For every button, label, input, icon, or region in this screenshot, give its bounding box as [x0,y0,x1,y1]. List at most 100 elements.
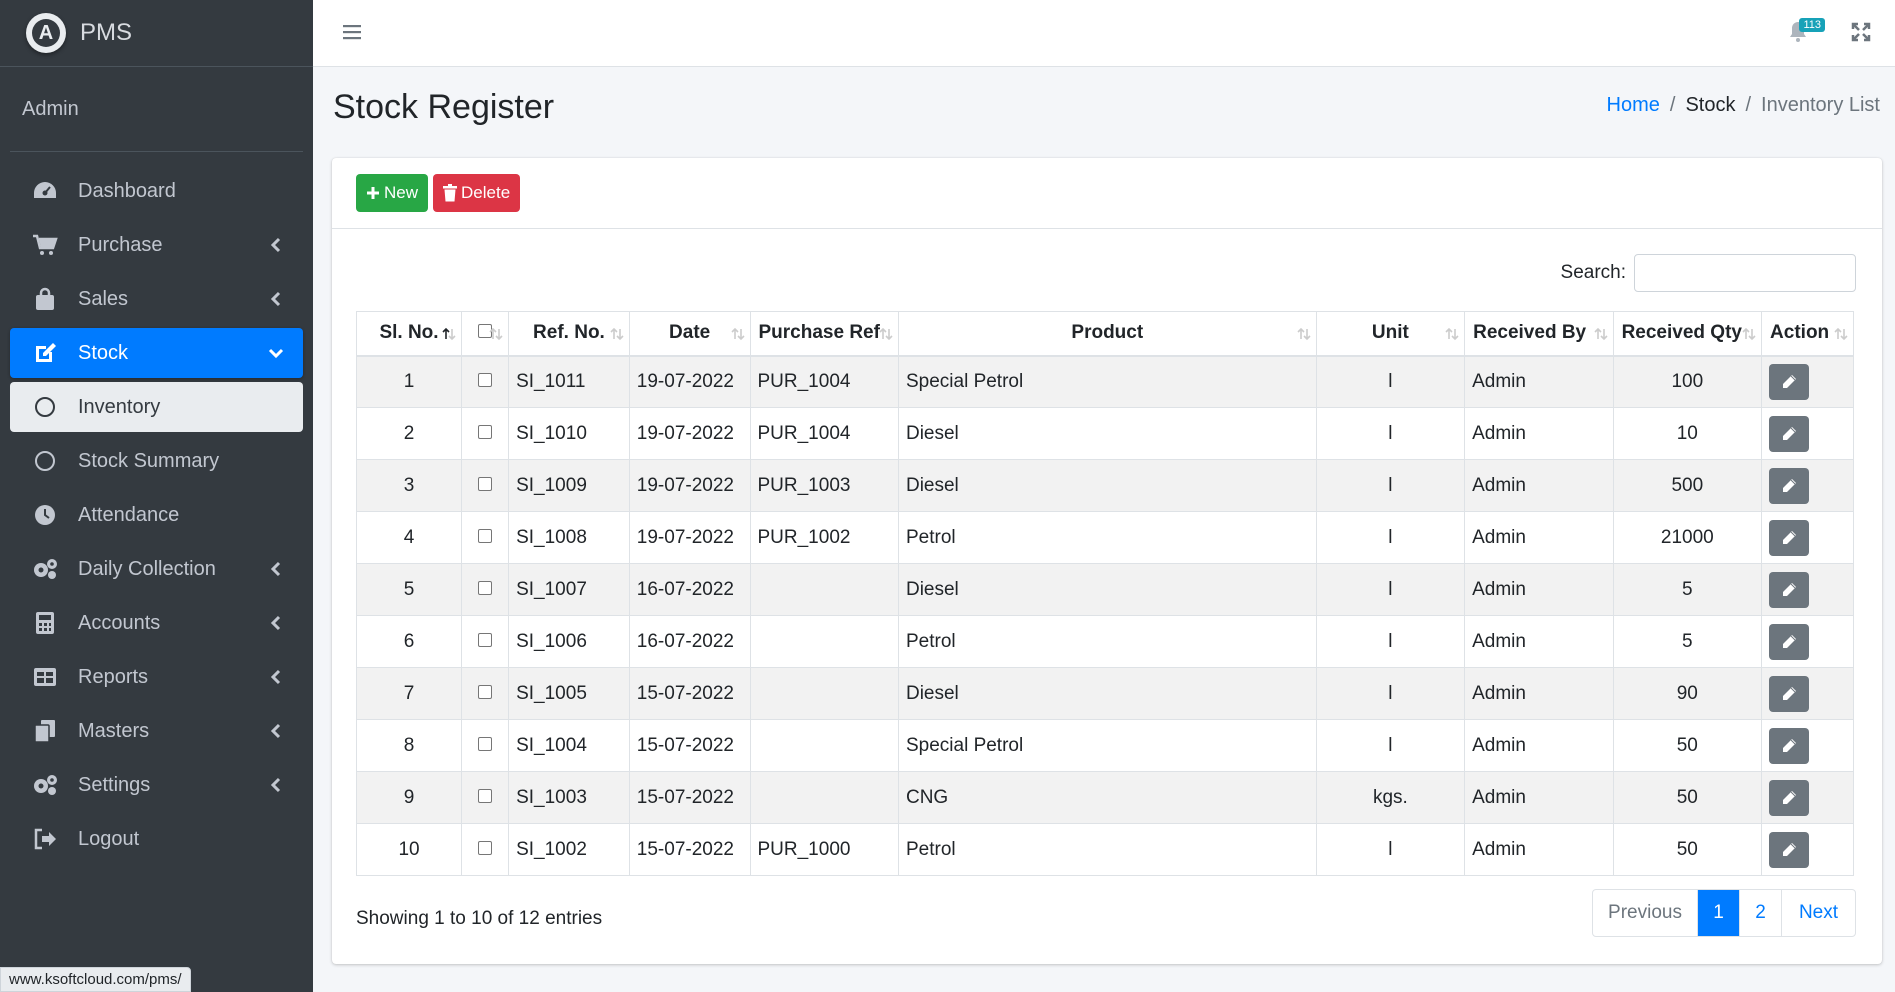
chevron-left-icon [270,237,281,253]
cell-received-qty: 5 [1612,615,1763,668]
sidebar-item-label: Daily Collection [78,557,216,580]
column-header-received-qty[interactable]: Received Qty [1612,311,1763,357]
sidebar-item-stock[interactable]: Stock [10,328,303,378]
edit-button[interactable] [1769,519,1810,556]
cell-received-qty: 10 [1612,407,1763,460]
sidebar-item-masters[interactable]: Masters [10,706,303,756]
edit-button[interactable] [1769,467,1810,504]
cell-date: 16-07-2022 [628,615,751,668]
table-row: 7 SI_1005 15-07-2022 Diesel l Admin 90 [355,667,1854,720]
cell-select [461,511,510,564]
column-header-product[interactable]: Product [897,311,1317,357]
column-header-slno[interactable]: Sl. No. [355,311,463,357]
cell-ref: SI_1011 [508,355,630,408]
sidebar-item-sales[interactable]: Sales [10,274,303,324]
sidebar-item-dashboard[interactable]: Dashboard [10,166,303,216]
row-checkbox[interactable] [478,476,493,491]
chevron-left-icon [270,291,281,307]
sidebar-item-settings[interactable]: Settings [10,760,303,810]
edit-button[interactable] [1769,571,1810,608]
column-header-unit[interactable]: Unit [1315,311,1466,357]
row-checkbox[interactable] [478,580,493,595]
cell-received-by: Admin [1464,563,1614,616]
column-header-ref[interactable]: Ref. No. [508,311,630,357]
cell-action [1761,615,1854,668]
cell-slno: 8 [355,719,463,772]
row-checkbox[interactable] [478,632,493,647]
sign-out-icon [32,826,58,852]
sidebar: A PMS Admin Dashboard Purchase Sales Sto… [0,0,313,992]
cell-slno: 10 [355,823,463,876]
pagination-next[interactable]: Next [1781,890,1855,936]
fullscreen-icon[interactable] [1851,22,1871,42]
sidebar-item-daily-collection[interactable]: Daily Collection [10,544,303,594]
row-checkbox[interactable] [478,788,493,803]
cell-action [1761,563,1854,616]
row-checkbox[interactable] [478,372,493,387]
cell-purchase-ref [749,563,899,616]
edit-button[interactable] [1769,831,1810,868]
cell-received-qty: 50 [1612,771,1763,824]
column-header-received-by[interactable]: Received By [1464,311,1614,357]
sidebar-item-inventory[interactable]: Inventory [10,382,303,432]
row-checkbox[interactable] [478,840,493,855]
cell-received-by: Admin [1464,459,1614,512]
row-checkbox[interactable] [478,736,493,751]
edit-button[interactable] [1769,675,1810,712]
row-checkbox[interactable] [478,528,493,543]
cell-select [461,563,510,616]
column-header-purchase-ref[interactable]: Purchase Ref [749,311,899,357]
pagination-page-1[interactable]: 1 [1697,890,1739,936]
table-info: Showing 1 to 10 of 12 entries [356,908,603,929]
cell-ref: SI_1002 [508,823,630,876]
edit-button[interactable] [1769,623,1810,660]
sidebar-item-attendance[interactable]: Attendance [10,490,303,540]
cell-unit: l [1315,355,1466,408]
cell-received-qty: 5 [1612,563,1763,616]
sidebar-item-logout[interactable]: Logout [10,814,303,864]
sidebar-item-purchase[interactable]: Purchase [10,220,303,270]
brand-link[interactable]: A PMS [0,0,313,67]
cell-product: Petrol [897,615,1317,668]
cell-select [461,719,510,772]
table-row: 3 SI_1009 19-07-2022 PUR_1003 Diesel l Admin 50… [355,459,1854,512]
user-name[interactable]: Admin [10,67,303,152]
edit-button[interactable] [1769,415,1810,452]
sidebar-item-stock-summary[interactable]: Stock Summary [10,436,303,486]
edit-button[interactable] [1769,727,1810,764]
cell-purchase-ref [749,615,899,668]
cell-received-qty: 90 [1612,667,1763,720]
row-checkbox[interactable] [478,424,493,439]
cell-unit: l [1315,719,1466,772]
cell-product: Diesel [897,667,1317,720]
column-header-date[interactable]: Date [628,311,751,357]
cell-date: 19-07-2022 [628,407,751,460]
sidebar-item-label: Inventory [78,395,161,418]
sidebar-item-reports[interactable]: Reports [10,652,303,702]
cell-date: 15-07-2022 [628,719,751,772]
hamburger-menu-icon[interactable] [341,22,363,42]
pencil-icon [1780,529,1798,547]
pencil-icon [1780,477,1798,495]
cell-unit: kgs. [1315,771,1466,824]
cell-ref: SI_1008 [508,511,630,564]
copy-icon [32,718,58,744]
cell-product: Petrol [897,823,1317,876]
delete-button[interactable]: Delete [433,174,521,212]
edit-button[interactable] [1769,779,1810,816]
edit-button[interactable] [1769,363,1810,400]
pagination-previous[interactable]: Previous [1593,890,1697,936]
sidebar-item-label: Logout [78,827,140,850]
breadcrumb: Home / Stock / Inventory List [1607,94,1880,117]
new-button[interactable]: New [356,174,429,212]
sidebar-item-accounts[interactable]: Accounts [10,598,303,648]
sort-icon [610,327,624,341]
row-checkbox[interactable] [478,684,493,699]
cell-unit: l [1315,407,1466,460]
search-input[interactable] [1634,254,1856,292]
cell-purchase-ref: PUR_1002 [749,511,899,564]
breadcrumb-home[interactable]: Home [1607,94,1660,117]
cell-received-by: Admin [1464,355,1614,408]
circle-outline-icon [32,448,58,474]
pagination-page-2[interactable]: 2 [1739,890,1781,936]
